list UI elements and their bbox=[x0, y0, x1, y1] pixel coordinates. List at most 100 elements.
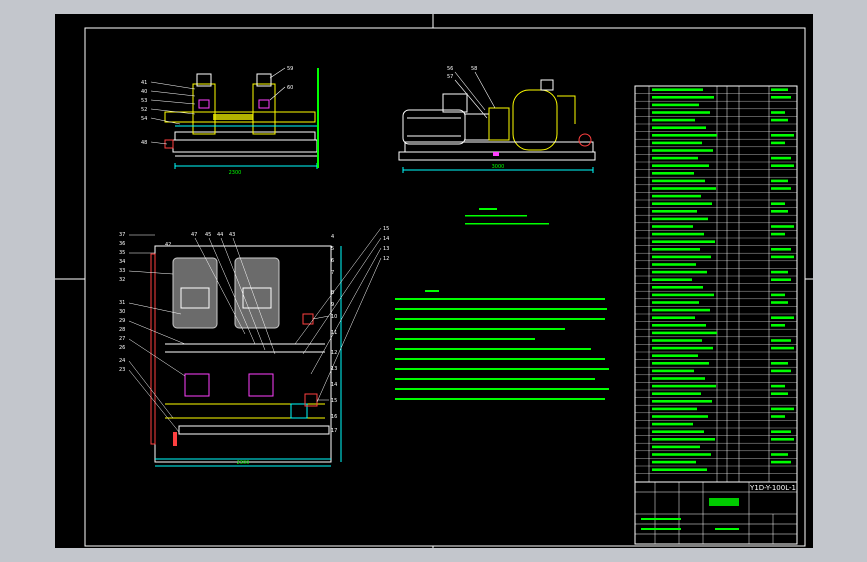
parts-row-text bbox=[652, 164, 709, 167]
callout-14: 14 bbox=[331, 382, 337, 388]
callout-52: 52 bbox=[141, 107, 147, 113]
parts-row-text bbox=[652, 225, 693, 228]
parts-row-text bbox=[652, 445, 700, 449]
callout-44: 44 bbox=[217, 232, 223, 238]
callout-56: 56 bbox=[447, 66, 453, 72]
parts-row-text bbox=[652, 96, 714, 99]
callout-59: 59 bbox=[287, 66, 293, 72]
parts-row-note bbox=[771, 164, 794, 167]
plan-right-leaders bbox=[294, 227, 382, 403]
parts-row-note bbox=[771, 316, 794, 319]
parts-row-text bbox=[652, 126, 706, 129]
parts-row-note bbox=[771, 270, 788, 274]
parts-row-text bbox=[652, 240, 715, 243]
callout-53: 53 bbox=[141, 98, 147, 104]
parts-row-text bbox=[652, 377, 705, 380]
callout-60: 60 bbox=[287, 85, 293, 91]
parts-row-note bbox=[771, 141, 785, 145]
parts-row-note bbox=[771, 278, 791, 281]
drawing-sheet: 2300 41 40 53 52 54 48 59 60 3000 56 57 … bbox=[55, 14, 813, 548]
callout-26: 26 bbox=[119, 345, 125, 351]
parts-row-text bbox=[652, 149, 713, 152]
parts-row-note bbox=[771, 346, 794, 350]
parts-row-text bbox=[652, 187, 716, 190]
parts-row-text bbox=[652, 210, 697, 213]
parts-row-text bbox=[652, 308, 710, 312]
parts-row-text bbox=[652, 331, 717, 335]
parts-row-text bbox=[652, 248, 700, 251]
parts-row-text bbox=[652, 217, 708, 221]
callout-15b: 15 bbox=[383, 226, 389, 232]
parts-row-text bbox=[652, 286, 703, 289]
callout-36: 36 bbox=[119, 241, 125, 247]
parts-row-note bbox=[771, 88, 788, 91]
callout-35: 35 bbox=[119, 250, 125, 256]
callout-4: 4 bbox=[331, 234, 334, 240]
parts-row-note bbox=[771, 187, 791, 190]
callout-16: 16 bbox=[331, 414, 337, 420]
parts-row-text bbox=[652, 392, 701, 395]
parts-row-text bbox=[652, 453, 711, 456]
parts-row-note bbox=[771, 179, 788, 183]
parts-row-text bbox=[652, 156, 698, 160]
parts-row-note bbox=[771, 225, 794, 228]
parts-row-text bbox=[652, 255, 711, 259]
parts-row-text bbox=[652, 339, 702, 342]
parts-row-note bbox=[771, 232, 785, 236]
parts-row-text bbox=[652, 415, 708, 418]
callout-28: 28 bbox=[119, 327, 125, 333]
parts-row-note bbox=[771, 438, 794, 441]
callout-10: 10 bbox=[331, 314, 337, 320]
callout-33: 33 bbox=[119, 268, 125, 274]
parts-row-text bbox=[652, 179, 705, 183]
parts-row-text bbox=[652, 400, 712, 403]
callout-13b: 13 bbox=[383, 246, 389, 252]
front-elevation-view bbox=[164, 68, 319, 169]
callout-34: 34 bbox=[119, 259, 125, 265]
parts-row-text bbox=[652, 468, 707, 471]
parts-row-text bbox=[652, 194, 701, 198]
legend-note-block bbox=[465, 208, 549, 225]
callout-14b: 14 bbox=[383, 236, 389, 242]
elevation-leaders bbox=[150, 67, 286, 145]
drawing-canvas: 2300 41 40 53 52 54 48 59 60 3000 56 57 … bbox=[55, 14, 813, 548]
plan-width-dim: 2300 bbox=[237, 460, 250, 466]
top-view-width-dim: 2300 bbox=[229, 170, 242, 176]
callout-42: 42 bbox=[165, 242, 171, 248]
parts-row-text bbox=[652, 263, 696, 266]
plan-right-callouts: 4 5 6 7 8 9 10 11 12 13 14 15 16 17 bbox=[331, 234, 337, 434]
callout-54: 54 bbox=[141, 116, 147, 122]
side-view-width-dim: 3000 bbox=[492, 164, 505, 170]
parts-row-note bbox=[771, 293, 785, 297]
callout-27: 27 bbox=[119, 336, 125, 342]
technical-notes bbox=[395, 290, 609, 400]
parts-row-note bbox=[771, 301, 788, 304]
parts-row-text bbox=[652, 301, 699, 304]
drawing-number: Y1D-Y-100L-1 bbox=[749, 484, 796, 492]
parts-row-text bbox=[652, 369, 694, 373]
parts-row-note bbox=[771, 339, 791, 342]
callout-15: 15 bbox=[331, 398, 337, 404]
callout-13: 13 bbox=[331, 366, 337, 372]
callout-7: 7 bbox=[331, 270, 334, 276]
parts-row-text bbox=[652, 354, 698, 357]
callout-30: 30 bbox=[119, 309, 125, 315]
cad-viewport[interactable]: 2300 41 40 53 52 54 48 59 60 3000 56 57 … bbox=[0, 0, 867, 562]
callout-58: 58 bbox=[471, 66, 477, 72]
callout-41: 41 bbox=[141, 80, 147, 86]
callout-23: 23 bbox=[119, 367, 125, 373]
parts-row-text bbox=[652, 384, 716, 388]
parts-row-text bbox=[652, 270, 707, 274]
parts-rows bbox=[635, 88, 797, 474]
callout-17: 17 bbox=[331, 428, 337, 434]
parts-row-text bbox=[652, 172, 694, 175]
plan-left-callouts: 37 36 35 34 33 32 31 30 29 28 27 26 24 2… bbox=[119, 232, 125, 373]
parts-row-note bbox=[771, 134, 794, 137]
parts-row-note bbox=[771, 118, 788, 122]
callout-57: 57 bbox=[447, 74, 453, 80]
callout-6: 6 bbox=[331, 258, 334, 264]
parts-row-text bbox=[652, 88, 703, 91]
parts-row-note bbox=[771, 430, 791, 433]
parts-list-table bbox=[634, 85, 798, 483]
parts-row-text bbox=[652, 141, 702, 145]
